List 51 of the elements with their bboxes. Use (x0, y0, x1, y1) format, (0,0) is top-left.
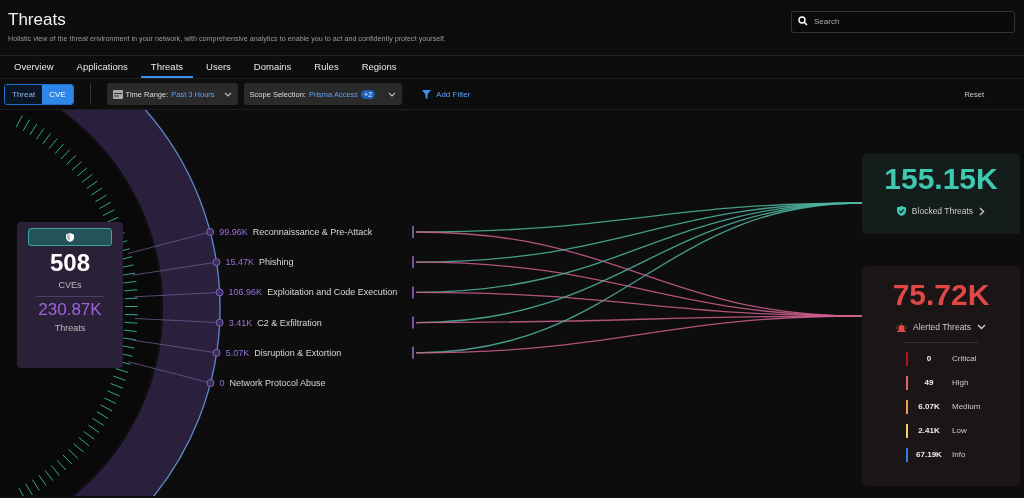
siren-icon (896, 322, 907, 332)
alerted-count: 75.72K (892, 278, 990, 312)
category-count: 3.41K (228, 316, 253, 330)
calendar-icon (112, 89, 123, 99)
category-count: 5.07K (225, 346, 250, 360)
category-count: 15.47K (225, 256, 254, 270)
severity-count: 0 (925, 354, 933, 363)
caret-icon (388, 91, 397, 97)
chevron-down-icon[interactable] (977, 324, 986, 330)
page-title: Threats (8, 10, 67, 30)
severity-count: 6.07K (917, 402, 941, 411)
category-count: 99.96K (219, 226, 248, 239)
blocked-label: Blocked Threats (911, 206, 974, 216)
filter-icon (422, 89, 432, 99)
nav-tab[interactable]: Regions (351, 56, 407, 78)
severity-label: Info (952, 450, 966, 459)
category-label: Disruption & Extortion (254, 346, 342, 360)
view-toggle[interactable]: CVE (42, 84, 73, 104)
severity-count: 2.41K (917, 426, 941, 435)
category-label: Exploitation and Code Execution (267, 286, 398, 300)
category-label: Reconnaissance & Pre-Attack (252, 226, 373, 239)
threat-count: 230.87K (38, 300, 102, 320)
category-count: 106.96K (228, 286, 263, 300)
severity-count: 67.19K (915, 450, 943, 459)
nav-tab[interactable]: Overview (4, 56, 64, 78)
chevron-right-icon[interactable] (979, 206, 986, 216)
threat-label: Threats (54, 323, 86, 333)
nav-tab[interactable]: Threats (140, 56, 194, 78)
cve-count: 508 (49, 249, 90, 277)
severity-label: Low (952, 426, 967, 435)
shield-check-icon (896, 206, 906, 216)
alerted-label: Alerted Threats (913, 322, 971, 332)
caret-icon (223, 91, 232, 97)
search-field[interactable]: Search (791, 10, 1015, 33)
shield-icon (66, 232, 74, 242)
add-filter-button[interactable]: Add Filter (416, 88, 477, 100)
cve-label: CVEs (58, 280, 82, 290)
blocked-count: 155.15K (884, 162, 998, 196)
category-label: Network Protocol Abuse (229, 377, 326, 390)
nav-tab[interactable]: Applications (66, 56, 138, 78)
category-label: Phishing (259, 256, 294, 270)
category-count: 0 (219, 377, 225, 390)
severity-label: Medium (952, 402, 981, 411)
severity-label: High (952, 378, 969, 387)
category-label: C2 & Exfiltration (257, 316, 322, 330)
nav-tab[interactable]: Users (196, 56, 241, 78)
nav-tab[interactable]: Domains (243, 56, 302, 78)
severity-label: Critical (952, 354, 977, 363)
nav-tab[interactable]: Rules (304, 56, 349, 78)
severity-count: 49 (923, 378, 935, 387)
view-toggle[interactable]: Threat (5, 84, 43, 104)
